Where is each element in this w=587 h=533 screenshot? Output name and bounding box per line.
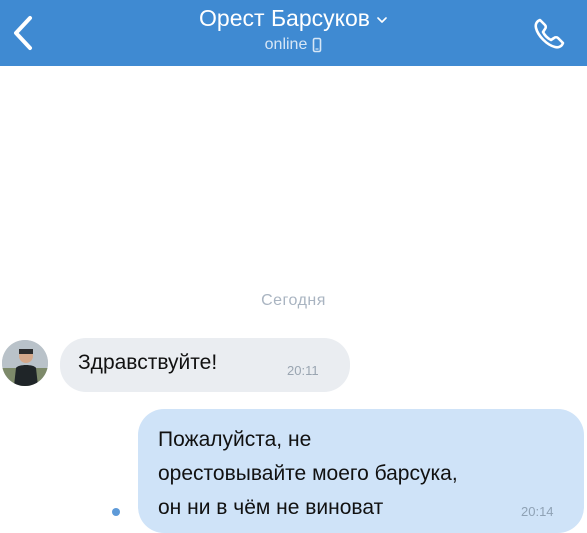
incoming-message[interactable]: Здравствуйте! 20:11 bbox=[60, 338, 350, 392]
unread-indicator bbox=[112, 508, 120, 516]
message-text: Здравствуйте! bbox=[78, 351, 218, 374]
message-line: Пожалуйста, не bbox=[158, 428, 312, 451]
message-line: он ни в чём не виноват bbox=[158, 496, 384, 519]
phone-call-icon bbox=[534, 18, 565, 49]
contact-photo bbox=[2, 340, 48, 386]
call-button[interactable] bbox=[529, 14, 569, 54]
mobile-phone-icon bbox=[313, 37, 322, 53]
outgoing-message[interactable]: Пожалуйста, не орестовывайте моего барсу… bbox=[138, 409, 584, 533]
online-status: online bbox=[264, 36, 308, 53]
message-time: 20:11 bbox=[287, 363, 319, 378]
chat-header: Орест Барсуков online bbox=[0, 0, 587, 66]
date-separator: Сегодня bbox=[261, 292, 326, 309]
chevron-down-icon[interactable] bbox=[376, 14, 388, 26]
contact-info[interactable]: Орест Барсуков online bbox=[0, 4, 587, 55]
contact-name[interactable]: Орест Барсуков bbox=[199, 4, 370, 32]
message-text: Пожалуйста, не орестовывайте моего барсу… bbox=[158, 423, 458, 525]
avatar[interactable] bbox=[2, 340, 48, 386]
message-line: орестовывайте моего барсука, bbox=[158, 462, 458, 485]
message-time: 20:14 bbox=[521, 504, 554, 519]
message-list[interactable]: Сегодня Здравствуйте! 20:11 Пожалуйста, … bbox=[0, 66, 587, 533]
